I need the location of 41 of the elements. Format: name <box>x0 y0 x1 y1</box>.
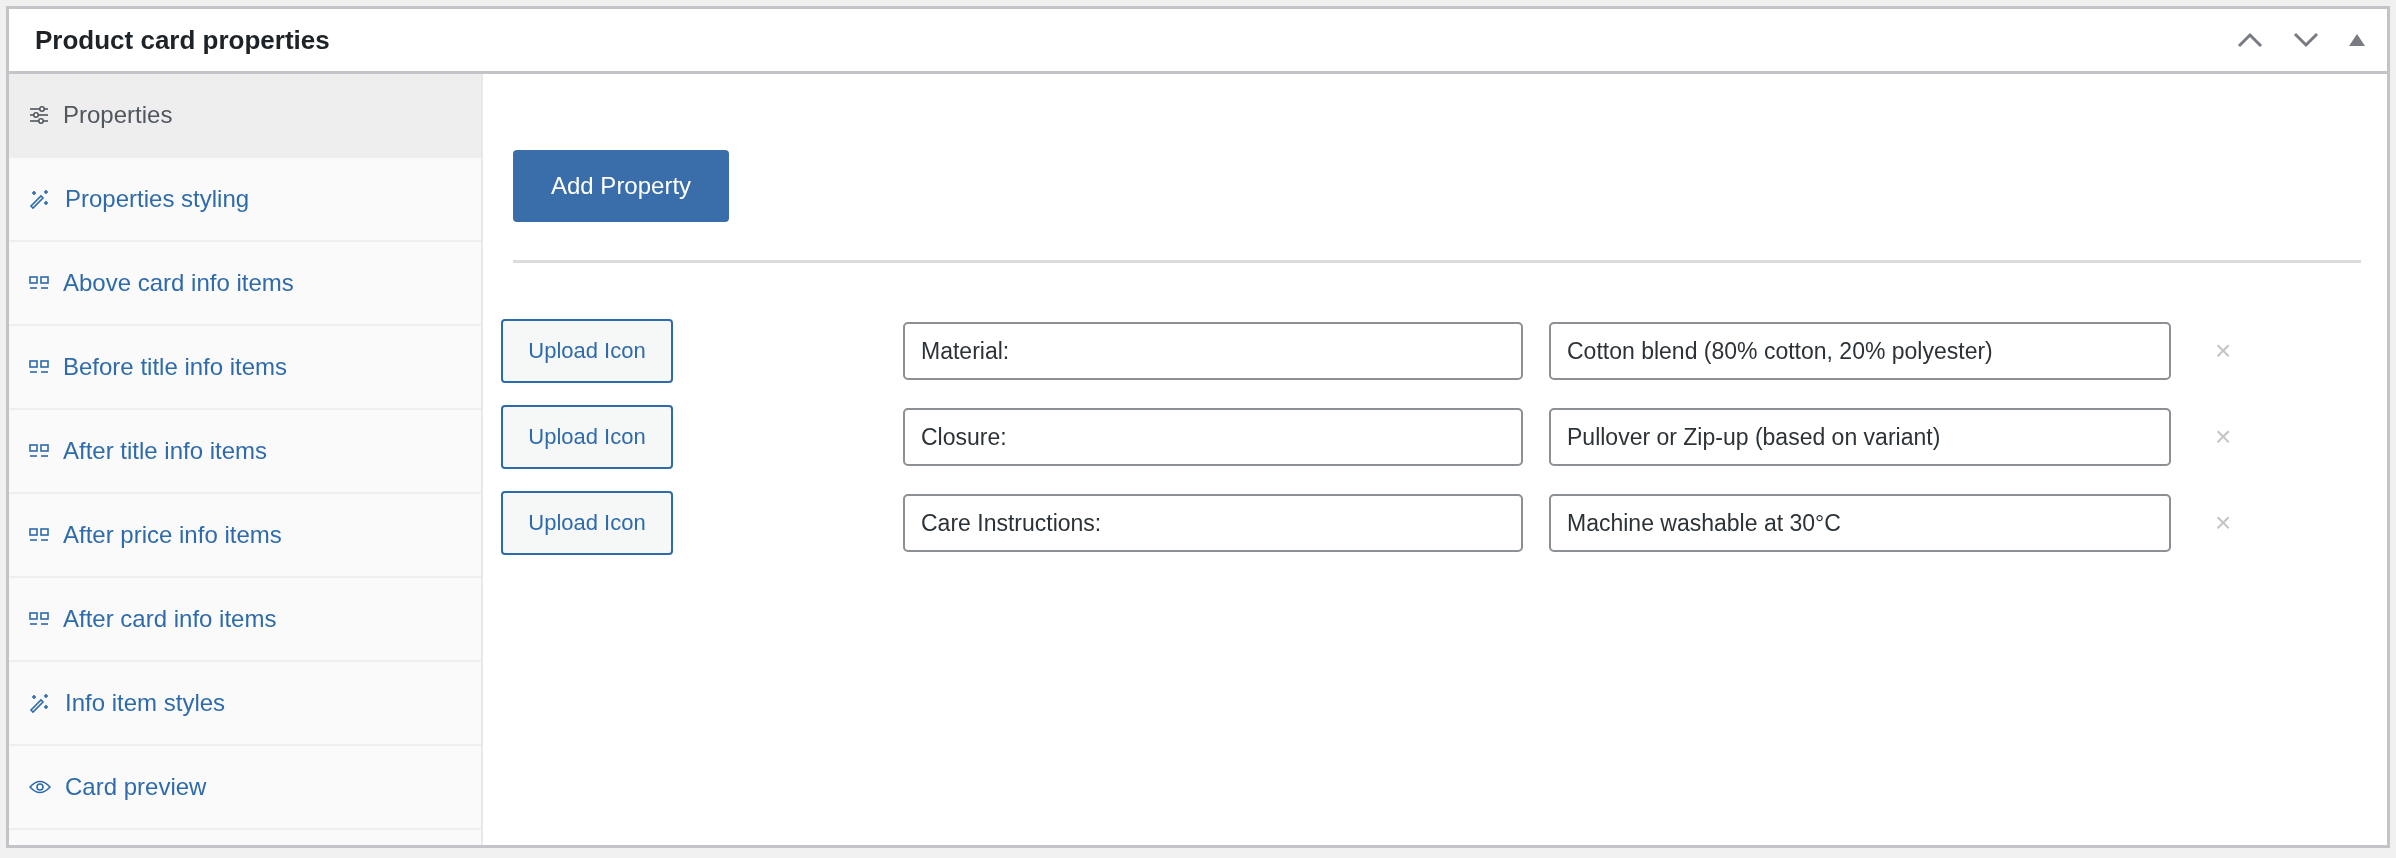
property-value-field[interactable]: Pullover or Zip-up (based on variant) <box>1549 408 2171 466</box>
sidebar-tab[interactable]: Properties <box>9 74 481 158</box>
property-label-field[interactable]: Closure: <box>903 408 1523 466</box>
tab-label: Info item styles <box>65 689 226 717</box>
chevron-up-icon[interactable] <box>2237 32 2263 48</box>
tab-label: Properties styling <box>65 185 250 213</box>
add-property-button[interactable]: Add Property <box>513 150 730 222</box>
upload-icon-button[interactable]: Upload Icon <box>501 405 673 469</box>
sidebar-tab[interactable]: After price info items <box>9 494 481 578</box>
tab-label: Before title info items <box>63 353 288 381</box>
panel-title: Product card properties <box>35 24 331 56</box>
tab-label: Properties <box>63 101 173 129</box>
eye-icon <box>29 779 51 795</box>
tab-label: After price info items <box>63 521 282 549</box>
property-value-field[interactable]: Machine washable at 30°C <box>1549 494 2171 552</box>
grid-icon <box>29 528 49 542</box>
triangle-up-icon[interactable] <box>2349 34 2365 46</box>
magic-wand-icon <box>29 692 51 714</box>
sidebar-tab[interactable]: Properties styling <box>9 158 481 242</box>
grid-icon <box>29 612 49 626</box>
upload-icon-button[interactable]: Upload Icon <box>501 319 673 383</box>
sidebar-tab[interactable]: After title info items <box>9 410 481 494</box>
chevron-down-icon[interactable] <box>2293 32 2319 48</box>
sidebar-tab[interactable]: Above card info items <box>9 242 481 326</box>
magic-wand-icon <box>29 188 51 210</box>
tab-label: After card info items <box>63 605 277 633</box>
tab-label: After title info items <box>63 437 268 465</box>
sidebar-tab[interactable]: Before title info items <box>9 326 481 410</box>
grid-icon <box>29 360 49 374</box>
tab-label: Card preview <box>65 773 207 801</box>
tab-label: Above card info items <box>63 269 294 297</box>
property-label-field[interactable]: Material: <box>903 322 1523 380</box>
grid-icon <box>29 276 49 290</box>
property-label-field[interactable]: Care Instructions: <box>903 494 1523 552</box>
grid-icon <box>29 444 49 458</box>
sliders-icon <box>29 106 49 124</box>
sidebar-tab[interactable]: Info item styles <box>9 662 481 746</box>
property-value-field[interactable]: Cotton blend (80% cotton, 20% polyester) <box>1549 322 2171 380</box>
sidebar-tab[interactable]: After card info items <box>9 578 481 662</box>
sidebar-tab[interactable]: Card preview <box>9 746 481 830</box>
upload-icon-button[interactable]: Upload Icon <box>501 491 673 555</box>
